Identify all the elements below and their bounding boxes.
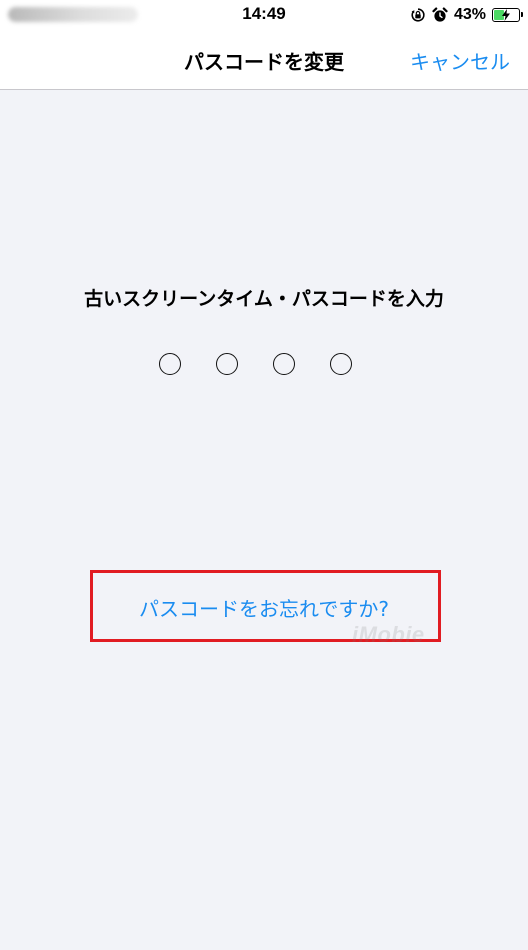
passcode-entry[interactable]: [159, 353, 352, 375]
charging-bolt-icon: [502, 9, 510, 21]
watermark-logo: iMobie: [352, 622, 425, 647]
navigation-bar: パスコードを変更 キャンセル: [0, 30, 528, 90]
battery-percent: 43%: [453, 6, 486, 23]
orientation-lock-icon: [410, 7, 426, 23]
cancel-button[interactable]: キャンセル: [410, 46, 510, 75]
passcode-dot: [273, 353, 295, 375]
passcode-prompt: 古いスクリーンタイム・パスコードを入力: [84, 288, 444, 310]
passcode-dot: [330, 353, 352, 375]
alarm-icon: [432, 7, 448, 23]
status-icons: 43%: [410, 4, 523, 26]
passcode-dot: [159, 353, 181, 375]
battery-level-fill: [494, 9, 510, 21]
battery-charging-icon: [492, 8, 523, 22]
forgot-passcode-link[interactable]: パスコードをお忘れですか?: [0, 593, 528, 622]
passcode-dot: [216, 353, 238, 375]
status-bar: 14:49 43%: [0, 0, 528, 30]
